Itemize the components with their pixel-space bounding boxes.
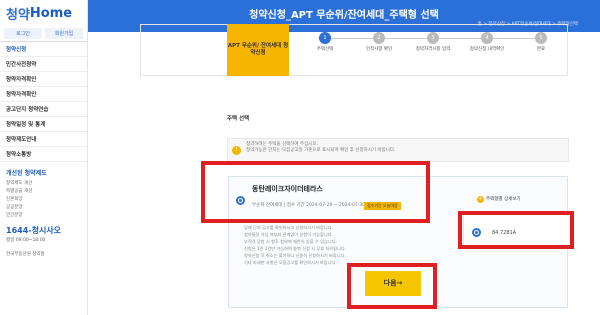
list-item[interactable]: 청약제도 개선 xyxy=(6,179,81,187)
notice-box: ! 청약하려는 주택을 선택하여 주십시오. 청약가능한 단지는 모집공고일 기… xyxy=(227,138,569,162)
sidebar-item-guide[interactable]: 청약제도안내 xyxy=(0,132,87,147)
step-2: 2 인적사항 확인 xyxy=(354,32,404,52)
step-4: 4 청약신청 내역확인 xyxy=(462,32,512,52)
list-item[interactable]: 신혼희망 xyxy=(6,195,81,203)
sidebar-item-community[interactable]: 청약소통방 xyxy=(0,147,87,162)
list-item: 당해 단지 공고를 확인하시고 신청하시기 바랍니다. xyxy=(244,225,333,230)
step-label: 인적사항 확인 xyxy=(365,47,393,52)
step-5: 5 완료 xyxy=(516,32,566,52)
type-detail-button[interactable]: + 주택형별 상세보기 xyxy=(477,196,521,203)
sidebar-item-apply[interactable]: 청약신청 xyxy=(0,42,87,57)
section-title: 주택 선택 xyxy=(227,116,250,122)
list-item[interactable]: 공공분양 xyxy=(6,203,81,211)
list-item[interactable]: 민간분양 xyxy=(6,211,81,219)
alert-icon: ! xyxy=(232,146,241,155)
sidebar-item-eligibility[interactable]: 청약자격확인 xyxy=(0,72,87,87)
highlight-box-next xyxy=(347,263,437,309)
list-item: 신청은 1인 1건만 가능하며 중복 신청 시 무효 처리됩니다. xyxy=(244,246,347,251)
list-item[interactable]: 특별공급 개선 xyxy=(6,187,81,195)
step-label: 완료 xyxy=(536,47,546,52)
step-label: 청약신청 내역확인 xyxy=(469,47,505,52)
step-dot: 1 xyxy=(319,32,331,44)
improved-system-list: 청약제도 개선 특별공급 개선 신혼희망 공공분양 민간분양 xyxy=(0,179,87,219)
step-1: 1 주택선택 xyxy=(300,32,350,52)
step-indicator: 1 주택선택 2 인적사항 확인 3 청약자격사항 입력 4 청약신청 내역확인… xyxy=(300,32,562,62)
login-button[interactable]: 로그인 xyxy=(4,28,42,39)
step-3: 3 청약자격사항 입력 xyxy=(408,32,458,52)
step-label: 주택선택 xyxy=(316,47,334,52)
list-item: 청약통장 가입 여부와 관계없이 신청이 가능합니다. xyxy=(244,232,333,237)
page-title: 청약신청_APT 무순위/잔여세대_주택형 선택 xyxy=(249,10,439,21)
type-detail-label: 주택형별 상세보기 xyxy=(486,197,521,202)
housing-notes: 당해 단지 공고를 확인하시고 신청하시기 바랍니다. 청약통장 가입 여부와 … xyxy=(244,224,472,266)
step-dot: 3 xyxy=(427,32,439,44)
site-logo[interactable]: 청약 Home xyxy=(0,0,87,26)
sidebar-item-practice[interactable]: 공고단지 청약연습 xyxy=(0,102,87,117)
highlight-box-housing xyxy=(201,161,430,223)
highlight-box-type xyxy=(458,211,574,249)
sidebar-item-private[interactable]: 민간사전청약 xyxy=(0,57,87,72)
notice-line: 청약가능한 단지는 모집공고일 기준으로 표시되며 확인 후 신청하시기 바랍니… xyxy=(246,148,396,153)
list-item: 청약신청 후 취소는 불가하니 신중히 신청하시기 바랍니다. xyxy=(244,253,346,258)
step-dot: 2 xyxy=(373,32,385,44)
logo-text-b: Home xyxy=(29,5,73,21)
plus-icon: + xyxy=(477,196,484,203)
apply-type-banner: APT 무순위/ 잔여세대 청약신청 xyxy=(227,24,289,76)
step-dot: 4 xyxy=(481,32,493,44)
auth-links: 로그인 회원가입 xyxy=(0,26,87,42)
logo-text-a: 청약 xyxy=(6,7,30,23)
signup-button[interactable]: 회원가입 xyxy=(45,28,83,39)
improved-system-title: 개선된 청약제도 xyxy=(6,170,47,177)
sidebar-item-eligibility-2[interactable]: 청약자격확인 xyxy=(0,87,87,102)
step-dot: 5 xyxy=(535,32,547,44)
list-item: 부적격 당첨 시 향후 청약에 제한이 있을 수 있습니다. xyxy=(244,239,337,244)
sidebar-item-schedule[interactable]: 청약일정 및 통계 xyxy=(0,117,87,132)
step-label: 청약자격사항 입력 xyxy=(415,47,451,52)
footer-text: 한국부동산원 청약홈 xyxy=(6,252,45,257)
sidebar-menu: 청약신청 민간사전청약 청약자격확인 청약자격확인 공고단지 청약연습 청약일정… xyxy=(0,42,87,162)
call-center-number: 1644-청시사오 xyxy=(6,226,62,235)
sidebar: 청약 Home 로그인 회원가입 청약신청 민간사전청약 청약자격확인 청약자격… xyxy=(0,0,88,315)
